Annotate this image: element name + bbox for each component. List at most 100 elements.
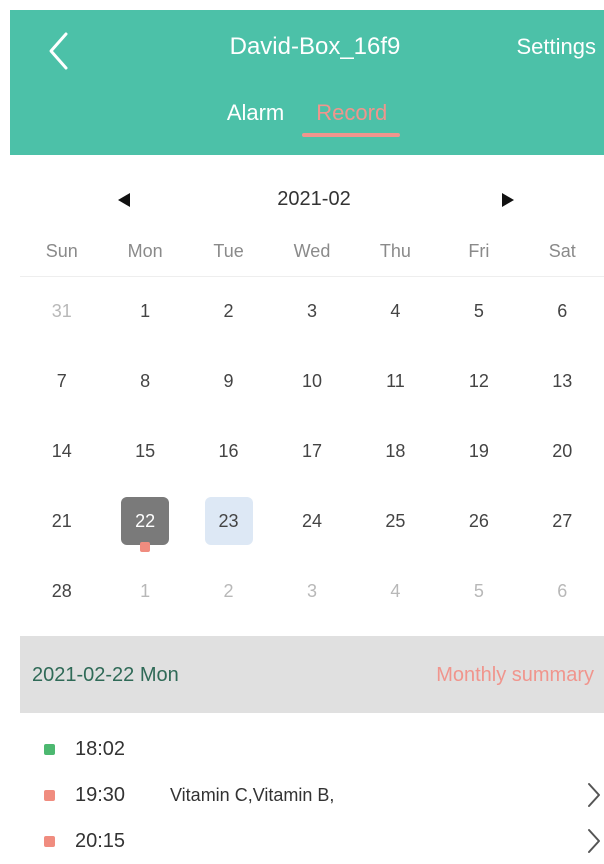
calendar-day[interactable]: 31: [20, 276, 103, 346]
next-month-button[interactable]: [494, 186, 522, 214]
record-time: 19:30: [75, 783, 126, 806]
triangle-left-icon: [118, 193, 130, 207]
day-number: 19: [468, 440, 489, 461]
record-time: 20:15: [75, 829, 126, 852]
calendar-day[interactable]: 3: [270, 556, 353, 626]
weekday-label: Mon: [127, 241, 163, 261]
day-number: 5: [473, 580, 484, 601]
calendar-day[interactable]: 26: [437, 486, 520, 556]
day-number: 2: [223, 300, 234, 321]
day-number: 6: [557, 580, 568, 601]
weekday-label: Thu: [379, 241, 411, 261]
month-label: 2021-02: [277, 188, 351, 210]
record-time: 18:02: [75, 737, 126, 760]
calendar-day[interactable]: 6: [521, 276, 604, 346]
calendar-day[interactable]: 14: [20, 416, 103, 486]
day-number: 14: [51, 440, 72, 461]
record-list: 18:02 19:30 Vitamin C,Vitamin B, 20:15: [20, 726, 604, 864]
calendar-day[interactable]: 24: [270, 486, 353, 556]
day-number: 11: [386, 370, 405, 391]
day-number: 9: [223, 370, 234, 391]
weekday-label: Sat: [548, 241, 576, 261]
calendar-day[interactable]: 23: [187, 486, 270, 556]
chevron-right-icon: [584, 780, 604, 810]
active-tab-indicator: [302, 133, 400, 137]
day-number: 4: [390, 300, 401, 321]
record-status-dot: [44, 743, 55, 755]
calendar-day[interactable]: 12: [437, 346, 520, 416]
record-description: Vitamin C,Vitamin B,: [170, 784, 335, 805]
calendar-day[interactable]: 18: [354, 416, 437, 486]
day-number: 17: [301, 440, 322, 461]
calendar-day[interactable]: 15: [103, 416, 186, 486]
day-number: 6: [557, 300, 568, 321]
day-number: 7: [56, 370, 67, 391]
calendar-day[interactable]: 21: [20, 486, 103, 556]
calendar-day[interactable]: 5: [437, 556, 520, 626]
calendar-day[interactable]: 8: [103, 346, 186, 416]
weekday-header: Sun Mon Tue Wed Thu Fri Sat: [20, 236, 604, 277]
calendar-day[interactable]: 25: [354, 486, 437, 556]
calendar-day[interactable]: 1: [103, 276, 186, 346]
day-number: 20: [552, 440, 573, 461]
monthly-summary-link[interactable]: Monthly summary: [436, 660, 594, 690]
record-status-dot: [44, 789, 55, 801]
day-number: 23: [218, 510, 239, 531]
day-number: 10: [301, 370, 322, 391]
day-number: 15: [135, 440, 156, 461]
weekday-label: Wed: [293, 241, 331, 261]
tab-bar: Alarm Record: [10, 98, 604, 155]
calendar-day[interactable]: 5: [437, 276, 520, 346]
day-number: 8: [140, 370, 151, 391]
settings-button[interactable]: Settings: [517, 32, 597, 62]
day-number: 22: [135, 510, 156, 531]
day-number: 26: [468, 510, 489, 531]
day-number: 28: [51, 580, 72, 601]
calendar-day[interactable]: 22: [103, 486, 186, 556]
calendar-day[interactable]: 20: [521, 416, 604, 486]
calendar-day[interactable]: 3: [270, 276, 353, 346]
record-row[interactable]: 18:02: [20, 726, 604, 772]
back-button[interactable]: [38, 28, 78, 74]
tab-record[interactable]: Record: [314, 98, 389, 155]
day-number: 25: [385, 510, 406, 531]
day-number: 31: [51, 300, 72, 321]
day-number: 27: [552, 510, 573, 531]
calendar-day[interactable]: 4: [354, 276, 437, 346]
day-number: 21: [51, 510, 72, 531]
day-number: 1: [140, 580, 151, 601]
calendar-day[interactable]: 2: [187, 276, 270, 346]
record-row[interactable]: 19:30 Vitamin C,Vitamin B,: [20, 772, 604, 818]
day-summary-bar: 2021-02-22 Mon Monthly summary: [20, 636, 604, 713]
record-marker-dot: [140, 542, 151, 552]
calendar-day[interactable]: 2: [187, 556, 270, 626]
calendar-day[interactable]: 7: [20, 346, 103, 416]
prev-month-button[interactable]: [110, 186, 138, 214]
triangle-right-icon: [502, 193, 514, 207]
page-title: David-Box_16f9: [229, 33, 401, 60]
tab-alarm[interactable]: Alarm: [225, 98, 286, 155]
chevron-left-icon: [49, 32, 68, 70]
calendar-day[interactable]: 28: [20, 556, 103, 626]
weekday-label: Sun: [45, 241, 78, 261]
weekday-label: Fri: [468, 241, 490, 261]
calendar-day[interactable]: 4: [354, 556, 437, 626]
day-number: 3: [306, 580, 317, 601]
calendar-grid: 31 1 2 3 4 5 6 7 8 9 10 11 12 13 14 15 16 17 18 19 20 21 22 23 2…: [20, 276, 604, 626]
day-number: 18: [385, 440, 406, 461]
calendar-day[interactable]: 13: [521, 346, 604, 416]
record-row[interactable]: 20:15: [20, 818, 604, 864]
day-number: 4: [390, 580, 401, 601]
calendar-day[interactable]: 10: [270, 346, 353, 416]
calendar-day[interactable]: 11: [354, 346, 437, 416]
day-number: 12: [468, 370, 489, 391]
calendar-day[interactable]: 1: [103, 556, 186, 626]
calendar-day[interactable]: 16: [187, 416, 270, 486]
calendar-day[interactable]: 6: [521, 556, 604, 626]
calendar-day[interactable]: 17: [270, 416, 353, 486]
month-navigator: 2021-02: [20, 180, 604, 220]
calendar-day[interactable]: 9: [187, 346, 270, 416]
selected-date-label: 2021-02-22 Mon: [32, 664, 179, 686]
calendar-day[interactable]: 27: [521, 486, 604, 556]
calendar-day[interactable]: 19: [437, 416, 520, 486]
